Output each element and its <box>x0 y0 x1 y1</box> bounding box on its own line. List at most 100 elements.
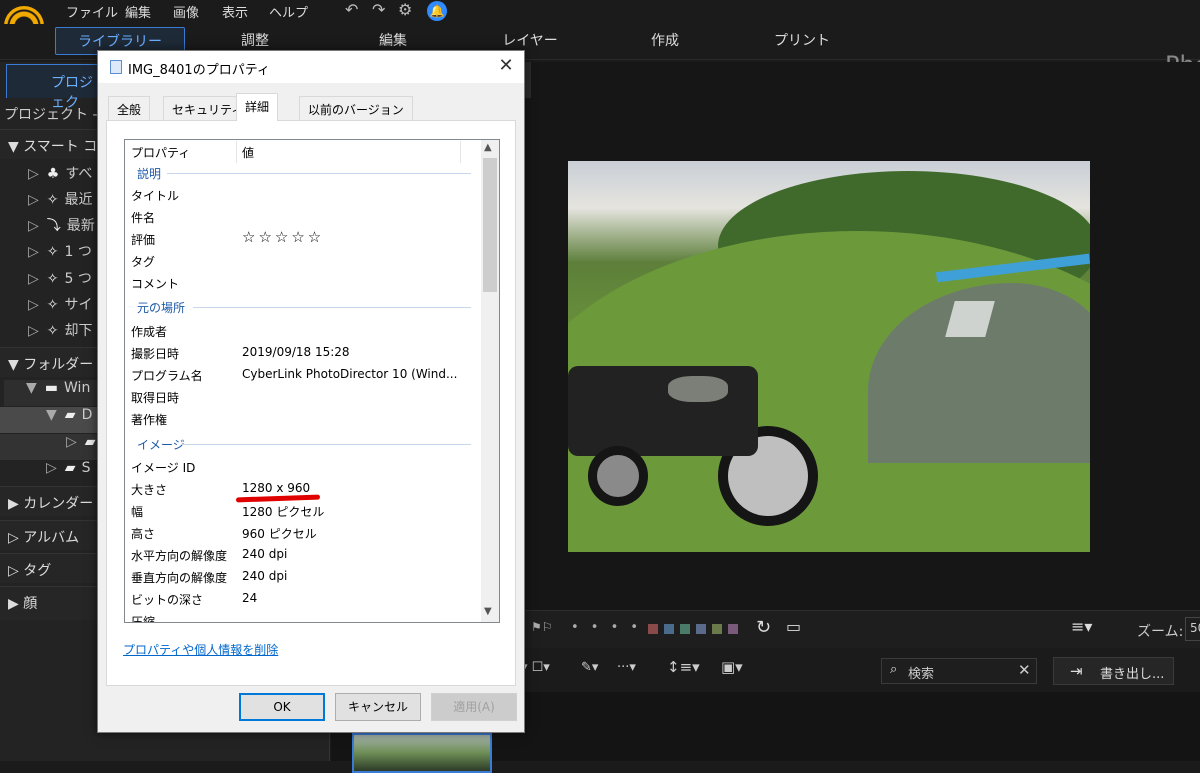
undo-icon[interactable]: ↶ <box>345 0 358 19</box>
export-label: 書き出し... <box>1100 667 1165 682</box>
smart-item-all[interactable]: ▷ ♣ すべ <box>28 163 92 189</box>
export-button[interactable]: ⇥ 書き出し... <box>1053 657 1174 685</box>
row-date-taken[interactable]: 撮影日時 2019/09/18 15:28 <box>125 342 481 364</box>
smart-item-size[interactable]: ▷ ✧ サイ <box>28 294 93 320</box>
sort-icon[interactable]: ≡▾ <box>1071 617 1092 636</box>
menu-image[interactable]: 画像 <box>173 2 199 21</box>
close-icon[interactable]: ✕ <box>496 55 516 77</box>
row-tags[interactable]: タグ <box>125 250 481 272</box>
search-placeholder: 検索 <box>908 667 935 682</box>
row-height[interactable]: 高さ 960 ピクセル <box>125 522 481 544</box>
list-view-icon[interactable]: ↕≡▾ <box>667 658 700 676</box>
menu-help[interactable]: ヘルプ <box>269 2 308 21</box>
color-label-olive[interactable] <box>712 624 722 634</box>
row-title[interactable]: タイトル <box>125 184 481 206</box>
ok-button[interactable]: OK <box>239 693 325 721</box>
row-copyright[interactable]: 著作権 <box>125 408 481 430</box>
sparkle-icon: ✧ <box>46 323 59 339</box>
smart-item-latest[interactable]: ▷ ⤵ 最新 <box>28 215 95 241</box>
menu-file[interactable]: ファイル <box>66 2 118 21</box>
row-bit-depth[interactable]: ビットの深さ 24 <box>125 588 481 610</box>
details-panel: プロパティ 値 説明 タイトル 件名 評価 ☆☆☆☆☆ タグ コメント 元の場所 … <box>106 120 516 686</box>
column-property[interactable]: プロパティ <box>131 144 190 161</box>
hierarchy-icon: ♣ <box>46 166 60 182</box>
dialog-titlebar[interactable]: IMG_8401のプロパティ ✕ <box>98 51 524 83</box>
color-label-blue[interactable] <box>664 624 674 634</box>
folder-s[interactable]: ▷ ▰ S <box>46 460 90 486</box>
tab-general[interactable]: 全般 <box>108 96 151 120</box>
filmstrip-thumbnail[interactable] <box>352 733 492 773</box>
photo-preview[interactable] <box>568 161 1090 552</box>
folder-icon: ▰ <box>64 407 76 423</box>
select-shape-icon[interactable]: ▾ ☐▾ <box>521 660 550 675</box>
color-label-red[interactable] <box>648 624 658 634</box>
row-date-acquired[interactable]: 取得日時 <box>125 386 481 408</box>
drive-icon: ▬ <box>44 380 59 396</box>
export-icon: ⇥ <box>1070 662 1083 680</box>
menu-bar: ファイル 編集 画像 表示 ヘルプ ↶ ↷ ⚙ 🔔 <box>0 0 1200 46</box>
scroll-down-icon[interactable]: ▼ <box>484 606 492 617</box>
notification-bell-icon[interactable]: 🔔 <box>427 1 447 21</box>
project-tab[interactable]: プロジェク <box>6 64 106 111</box>
tab-print[interactable]: プリント <box>762 27 842 55</box>
group-image: イメージ <box>125 433 481 455</box>
compare-icon[interactable]: ▭ <box>786 617 801 636</box>
smart-item-rejected[interactable]: ▷ ✧ 却下 <box>28 320 93 346</box>
property-list[interactable]: プロパティ 値 説明 タイトル 件名 評価 ☆☆☆☆☆ タグ コメント 元の場所 … <box>124 139 500 623</box>
row-subject[interactable]: 件名 <box>125 206 481 228</box>
row-program[interactable]: プログラム名 CyberLink PhotoDirector 10 (Wind..… <box>125 364 481 386</box>
menu-view[interactable]: 表示 <box>222 2 248 21</box>
sparkle-icon: ✧ <box>46 192 59 208</box>
clear-search-icon[interactable]: ✕ <box>1018 661 1031 679</box>
property-list-scrollbar[interactable]: ▲ ▼ <box>481 140 499 622</box>
zoom-label: ズーム: <box>1137 624 1184 640</box>
group-origin: 元の場所 <box>125 296 481 318</box>
row-author[interactable]: 作成者 <box>125 320 481 342</box>
row-image-id[interactable]: イメージ ID <box>125 456 481 478</box>
row-v-resolution[interactable]: 垂直方向の解像度 240 dpi <box>125 566 481 588</box>
more-icon[interactable]: ···▾ <box>617 660 636 675</box>
color-label-green[interactable] <box>680 624 690 634</box>
brush-icon[interactable]: ✎▾ <box>581 660 598 675</box>
redo-icon[interactable]: ↷ <box>372 0 385 19</box>
smart-item-one-star[interactable]: ▷ ✧ 1 つ <box>28 241 92 267</box>
image-file-icon <box>110 60 122 74</box>
row-width[interactable]: 幅 1280 ピクセル <box>125 500 481 522</box>
menu-edit[interactable]: 編集 <box>125 2 151 21</box>
row-h-resolution[interactable]: 水平方向の解像度 240 dpi <box>125 544 481 566</box>
color-label-indigo[interactable] <box>696 624 706 634</box>
scroll-up-icon[interactable]: ▲ <box>484 142 492 153</box>
smart-item-five-star[interactable]: ▷ ✧ 5 つ <box>28 268 92 294</box>
search-icon: ⌕ <box>890 662 898 677</box>
settings-gear-icon[interactable]: ⚙ <box>398 0 412 19</box>
folder-icon: ▰ <box>64 460 76 476</box>
color-label-purple[interactable] <box>728 624 738 634</box>
properties-dialog: IMG_8401のプロパティ ✕ 全般 セキュリティ 詳細 以前のバージョン プ… <box>97 50 525 733</box>
row-rating[interactable]: 評価 ☆☆☆☆☆ <box>125 228 481 250</box>
folders-label: フォルダー <box>23 357 94 373</box>
motorcycle <box>568 346 848 536</box>
scrollbar-thumb[interactable] <box>483 158 497 292</box>
smart-item-recent[interactable]: ▷ ✧ 最近 <box>28 189 93 215</box>
rotate-icon[interactable]: ↻ <box>756 617 771 638</box>
column-value[interactable]: 値 <box>242 144 254 161</box>
zoom-input[interactable]: 50 <box>1185 617 1200 641</box>
sparkle-icon: ✧ <box>46 271 59 287</box>
property-list-header: プロパティ 値 <box>125 140 481 164</box>
tab-details[interactable]: 詳細 <box>236 93 279 121</box>
remove-properties-link[interactable]: プロパティや個人情報を削除 <box>123 641 278 658</box>
cancel-button[interactable]: キャンセル <box>335 693 421 721</box>
rating-stars[interactable]: ☆☆☆☆☆ <box>242 228 324 246</box>
search-input[interactable]: ⌕ 検索 ✕ <box>881 658 1037 684</box>
sparkle-icon: ✧ <box>46 297 59 313</box>
dialog-title: IMG_8401のプロパティ <box>128 63 270 78</box>
stack-icon[interactable]: ▣▾ <box>721 658 743 676</box>
tab-previous-versions[interactable]: 以前のバージョン <box>299 96 413 120</box>
row-comment[interactable]: コメント <box>125 272 481 294</box>
apply-button[interactable]: 適用(A) <box>431 693 517 721</box>
tab-create[interactable]: 作成 <box>625 27 705 55</box>
sparkle-icon: ✧ <box>46 244 59 260</box>
row-compression[interactable]: 圧縮 <box>125 610 481 622</box>
flag-icon[interactable]: ⚑⚐ <box>531 620 553 634</box>
group-description: 説明 <box>125 162 481 184</box>
